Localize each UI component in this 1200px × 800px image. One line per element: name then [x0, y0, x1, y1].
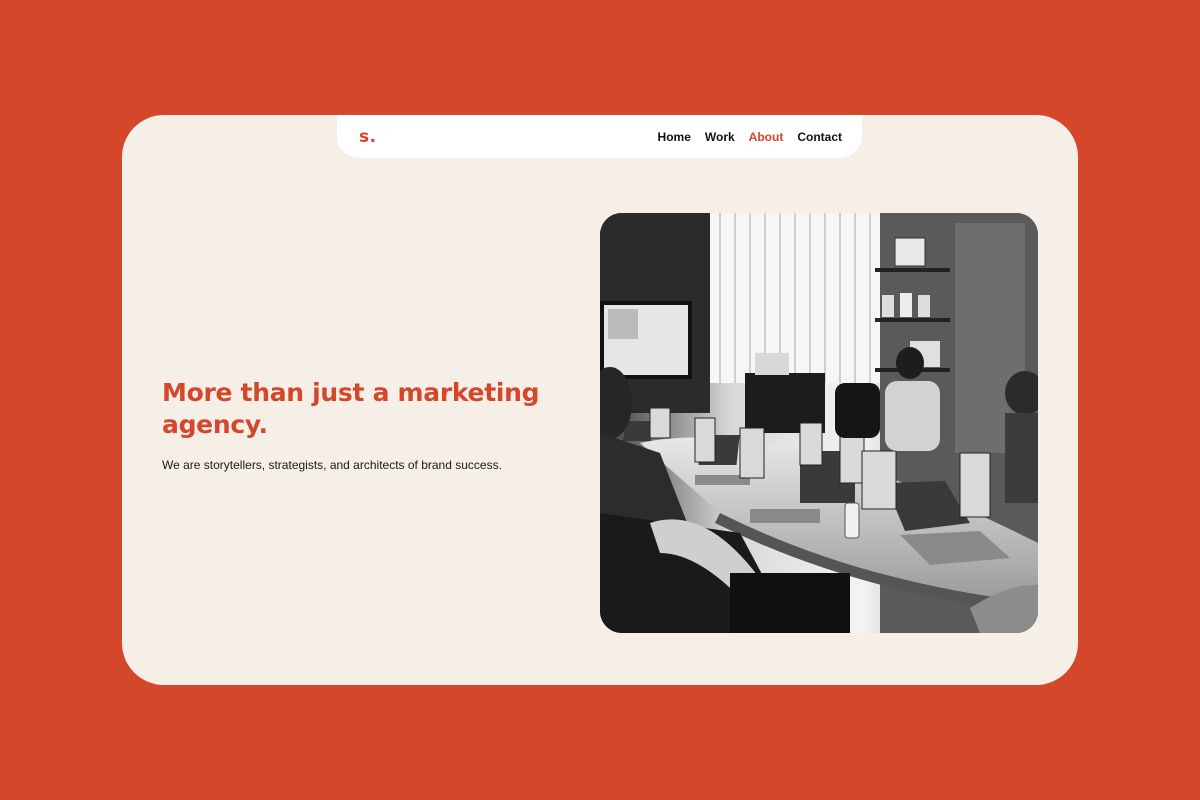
brand-logo[interactable]: s. [359, 127, 377, 147]
meeting-illustration [600, 213, 1038, 633]
top-navbar: s. Home Work About Contact [337, 115, 862, 158]
nav-link-contact[interactable]: Contact [797, 130, 842, 144]
nav-link-home[interactable]: Home [658, 130, 691, 144]
hero-subline: We are storytellers, strategists, and ar… [162, 458, 502, 472]
hero-headline: More than just a marketing agency. [162, 378, 540, 439]
nav-links: Home Work About Contact [658, 130, 842, 144]
hero-text: More than just a marketing agency. We ar… [162, 377, 582, 473]
nav-link-work[interactable]: Work [705, 130, 735, 144]
nav-link-about[interactable]: About [749, 130, 784, 144]
page-card: s. Home Work About Contact More than jus… [122, 115, 1078, 685]
team-meeting-photo [600, 213, 1038, 633]
